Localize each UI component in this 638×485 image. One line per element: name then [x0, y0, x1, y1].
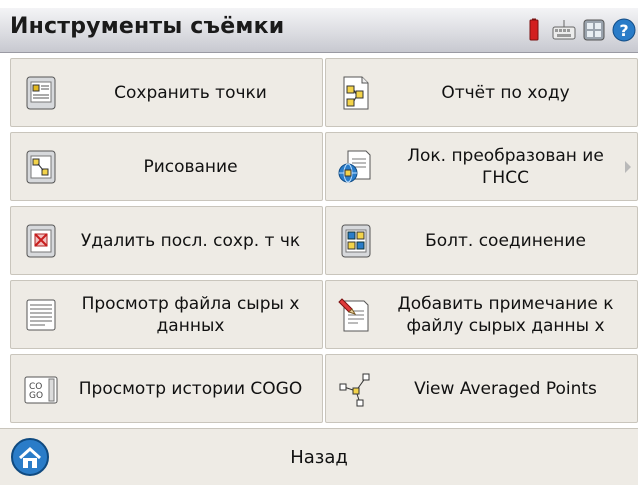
- tile-raw-data-view[interactable]: Просмотр файла сыры х данных: [10, 280, 323, 349]
- tile-label: Просмотр истории COGO: [78, 378, 303, 399]
- raw-data-view-icon: [21, 295, 61, 335]
- tile-label: Удалить посл. сохр. т чк: [80, 230, 301, 251]
- svg-text:GO: GO: [29, 391, 43, 401]
- battery-icon[interactable]: [522, 18, 546, 42]
- add-note-icon: [336, 295, 376, 335]
- tools-grid: Сохранить точки Отчёт по ходу Рисование …: [10, 58, 638, 423]
- gnss-local-transform-icon: [336, 147, 376, 187]
- tile-add-note[interactable]: Добавить примечание к файлу сырых данны …: [325, 280, 638, 349]
- tile-label: Просмотр файла сыры х данных: [81, 293, 300, 336]
- tile-bolt-connection[interactable]: Болт. соединение: [325, 206, 638, 275]
- delete-last-point-icon: [21, 221, 61, 261]
- cogo-history-icon: CO GO: [21, 369, 61, 409]
- back-button[interactable]: Назад: [0, 428, 638, 485]
- tile-cogo-history[interactable]: CO GO Просмотр истории COGO: [10, 354, 323, 423]
- tile-delete-last-point[interactable]: Удалить посл. сохр. т чк: [10, 206, 323, 275]
- tile-label: Отчёт по ходу: [441, 82, 570, 103]
- tile-label: Сохранить точки: [114, 82, 267, 103]
- keyboard-icon[interactable]: [552, 18, 576, 42]
- settings-icon[interactable]: [582, 18, 606, 42]
- tile-label: Добавить примечание к файлу сырых данны …: [397, 293, 614, 336]
- tile-averaged-points[interactable]: View Averaged Points: [325, 354, 638, 423]
- status-icons: ?: [522, 16, 636, 44]
- tile-gnss-local-transform[interactable]: Лок. преобразован ие ГНСС: [325, 132, 638, 201]
- help-icon[interactable]: ?: [612, 18, 636, 42]
- save-points-icon: [21, 73, 61, 113]
- title-bar: Инструменты съёмки ?: [0, 0, 638, 56]
- back-label: Назад: [290, 446, 348, 468]
- traverse-report-icon: [336, 73, 376, 113]
- tile-label: Лок. преобразован ие ГНСС: [407, 145, 604, 188]
- page-title: Инструменты съёмки: [10, 14, 285, 39]
- tile-label: View Averaged Points: [414, 378, 597, 399]
- tile-traverse-report[interactable]: Отчёт по ходу: [325, 58, 638, 127]
- tile-label: Рисование: [143, 156, 238, 177]
- tile-label: Болт. соединение: [425, 230, 586, 251]
- drawing-icon: [21, 147, 61, 187]
- averaged-points-icon: [336, 369, 376, 409]
- chevron-right-icon: [625, 161, 631, 173]
- svg-text:?: ?: [619, 21, 628, 40]
- tile-save-points[interactable]: Сохранить точки: [10, 58, 323, 127]
- bolt-connection-icon: [336, 221, 376, 261]
- tile-drawing[interactable]: Рисование: [10, 132, 323, 201]
